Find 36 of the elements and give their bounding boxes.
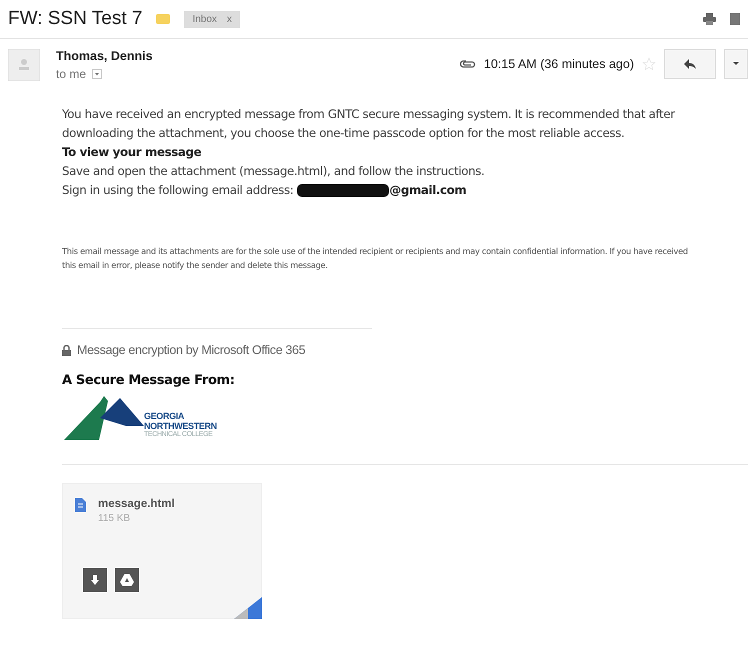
file-icon <box>75 498 86 512</box>
label-icon <box>156 14 170 24</box>
avatar-icon <box>8 49 40 81</box>
drive-icon <box>120 574 134 586</box>
secure-message-heading: A Secure Message From: <box>62 372 236 390</box>
print-icon[interactable] <box>703 13 716 25</box>
attachment-card[interactable]: message.html 115 KB <box>62 483 262 619</box>
download-icon <box>91 575 99 585</box>
attachment-size: 115 KB <box>98 513 132 524</box>
reply-button[interactable] <box>664 49 716 79</box>
sender-name: Thomas, Dennis <box>56 49 154 63</box>
email-domain: @gmail.com <box>389 182 466 199</box>
sign-in-text: Sign in using the following email address: <box>62 182 294 199</box>
logo-text: NORTHWESTERN <box>144 421 217 431</box>
caret-icon <box>733 62 739 66</box>
dropdown-icon[interactable] <box>92 69 102 79</box>
page-curl-icon <box>234 597 262 619</box>
lock-icon <box>62 344 71 356</box>
disclaimer-text: This email message and its attachments are for the sole use of the intended recipient or recipients and may contain confidential information. If you have received this email in error, please notify the sender and delete this message. <box>62 245 689 272</box>
intro-paragraph: You have received an encrypted message from GNTC secure messaging system. It is recommended that after downloading the attachment, you choose the one-time passcode option for the most reliable access. <box>62 106 676 142</box>
instructions-heading: To view your message <box>62 144 202 161</box>
remove-label-button[interactable]: x <box>226 14 232 24</box>
attachment-name: message.html <box>98 498 175 510</box>
download-button[interactable] <box>83 568 107 592</box>
save-to-drive-button[interactable] <box>115 568 139 592</box>
inbox-label[interactable]: Inbox x <box>184 10 240 28</box>
paperclip-icon <box>460 60 476 68</box>
encryption-note: Message encryption by Microsoft Office 365 <box>77 343 306 357</box>
recipient-text: to me <box>56 67 86 81</box>
instruction-text: Save and open the attachment (message.html), and follow the instructions. <box>62 163 486 180</box>
logo-text: GEORGIA <box>144 411 186 421</box>
star-icon[interactable] <box>642 57 656 71</box>
label-text: Inbox <box>192 14 217 24</box>
reply-icon <box>684 59 696 69</box>
timestamp: 10:15 AM (36 minutes ago) <box>484 57 634 71</box>
email-subject: FW: SSN Test 7 <box>8 8 142 30</box>
